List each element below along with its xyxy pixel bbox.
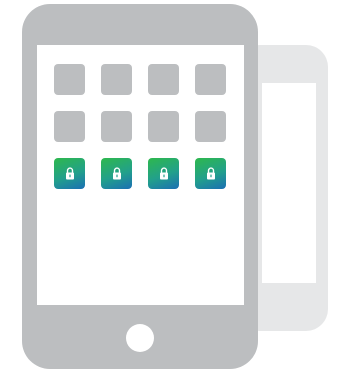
back-device-screen <box>262 83 316 283</box>
app-tile <box>101 111 132 142</box>
lock-icon <box>206 167 215 180</box>
lock-icon <box>65 167 74 180</box>
app-tile <box>195 111 226 142</box>
app-tile <box>54 64 85 95</box>
locked-app-tile <box>148 158 179 189</box>
lock-icon <box>112 167 121 180</box>
illustration-tablet-with-locked-apps <box>0 0 337 371</box>
home-button <box>126 324 154 352</box>
app-tile <box>54 111 85 142</box>
locked-app-tile <box>54 158 85 189</box>
app-tile <box>148 64 179 95</box>
locked-app-tile <box>195 158 226 189</box>
app-tile <box>195 64 226 95</box>
app-tile <box>101 64 132 95</box>
app-tile <box>148 111 179 142</box>
lock-icon <box>159 167 168 180</box>
locked-app-tile <box>101 158 132 189</box>
app-grid <box>54 64 229 190</box>
